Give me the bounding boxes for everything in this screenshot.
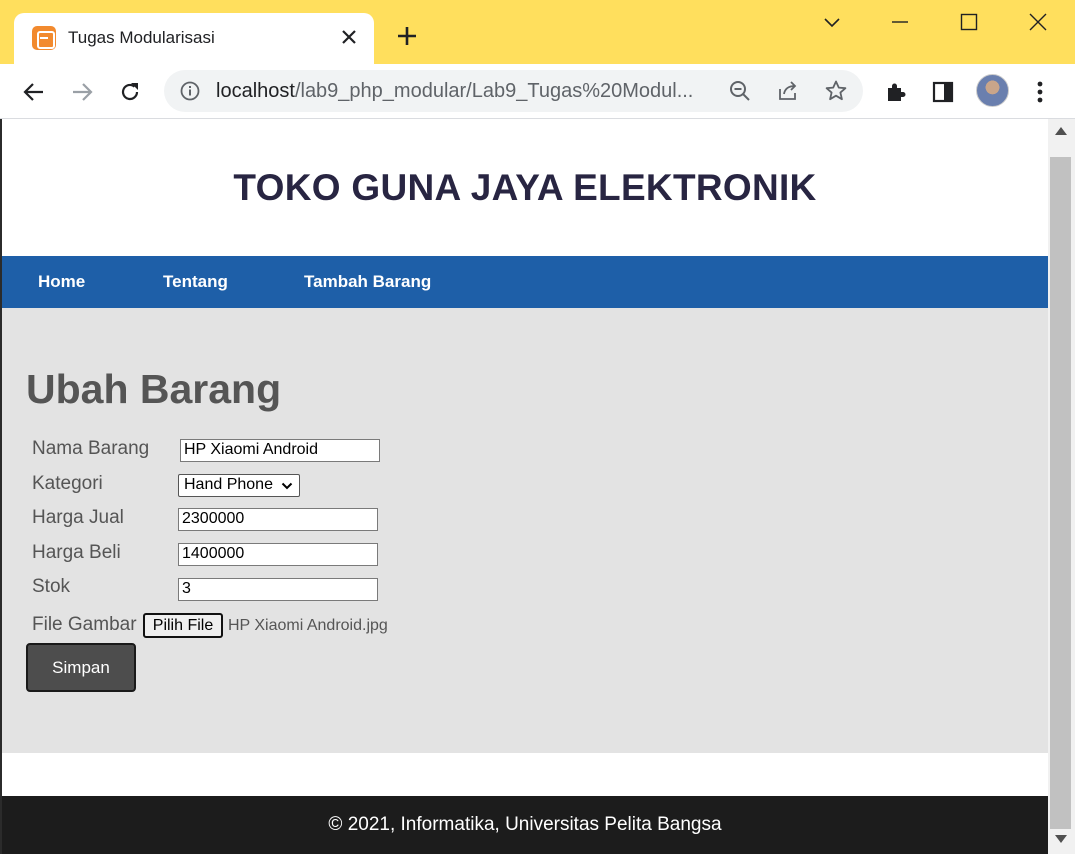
address-bar[interactable]: localhost/lab9_php_modular/Lab9_Tugas%20… (164, 70, 863, 112)
vertical-scrollbar[interactable] (1048, 119, 1075, 854)
browser-toolbar: localhost/lab9_php_modular/Lab9_Tugas%20… (0, 64, 1075, 119)
nav-bar: Home Tentang Tambah Barang (2, 256, 1048, 308)
kategori-label: Kategori (32, 473, 103, 494)
scroll-up-arrow-icon[interactable] (1055, 127, 1067, 135)
browser-tab[interactable]: Tugas Modularisasi (14, 13, 374, 64)
harga-beli-input[interactable]: 1400000 (178, 543, 378, 566)
profile-avatar[interactable] (976, 74, 1009, 107)
harga-beli-label: Harga Beli (32, 542, 121, 563)
page-viewport: TOKO GUNA JAYA ELEKTRONIK Home Tentang T… (0, 119, 1075, 854)
scroll-down-arrow-icon[interactable] (1055, 835, 1067, 843)
nama-barang-label: Nama Barang (32, 438, 150, 459)
stok-label: Stok (32, 576, 71, 597)
back-arrow-icon[interactable] (18, 76, 50, 108)
forward-arrow-icon[interactable] (66, 76, 98, 108)
nama-barang-input[interactable]: HP Xiaomi Android (180, 439, 380, 462)
close-window-icon[interactable] (1021, 6, 1055, 40)
tab-search-icon[interactable] (815, 6, 849, 40)
nav-item-tentang[interactable]: Tentang (163, 272, 228, 292)
file-gambar-label: File Gambar (32, 614, 137, 635)
choose-file-button[interactable]: Pilih File (143, 613, 223, 638)
kategori-select[interactable]: Hand Phone (178, 474, 300, 497)
page-title: Ubah Barang (26, 366, 282, 412)
stok-input[interactable]: 3 (178, 578, 378, 601)
zoom-icon[interactable] (728, 79, 752, 103)
url-host: localhost (216, 80, 295, 102)
reload-icon[interactable] (114, 76, 146, 108)
footer-text: © 2021, Informatika, Universitas Pelita … (328, 814, 722, 835)
harga-jual-input[interactable]: 2300000 (178, 508, 378, 531)
browser-window: Tugas Modularisasi localhost/lab9_php_mo… (0, 0, 1075, 854)
new-tab-icon[interactable] (392, 22, 422, 52)
url-path: /lab9_php_modular/Lab9_Tugas%20Modul... (294, 80, 694, 102)
tab-strip: Tugas Modularisasi (0, 0, 1075, 64)
xampp-icon (32, 26, 56, 50)
share-icon[interactable] (776, 79, 800, 103)
selected-file-name: HP Xiaomi Android.jpg (228, 617, 388, 634)
scroll-thumb[interactable] (1050, 157, 1071, 829)
main-content: Ubah Barang Nama Barang HP Xiaomi Androi… (2, 308, 1048, 753)
nav-item-home[interactable]: Home (38, 272, 85, 292)
url-text: localhost/lab9_php_modular/Lab9_Tugas%20… (216, 80, 693, 103)
tab-title: Tugas Modularisasi (68, 28, 215, 47)
simpan-button[interactable]: Simpan (26, 643, 136, 692)
nav-item-tambah-barang[interactable]: Tambah Barang (304, 272, 431, 292)
chevron-down-icon (281, 479, 293, 497)
maximize-icon[interactable] (952, 6, 986, 40)
extensions-icon[interactable] (880, 76, 912, 108)
site-header: TOKO GUNA JAYA ELEKTRONIK (2, 119, 1048, 256)
site-title: TOKO GUNA JAYA ELEKTRONIK (233, 167, 817, 208)
harga-jual-label: Harga Jual (32, 507, 124, 528)
menu-kebab-icon[interactable] (1024, 76, 1056, 108)
site-footer: © 2021, Informatika, Universitas Pelita … (2, 796, 1048, 854)
kategori-selected-value: Hand Phone (184, 476, 273, 493)
minimize-icon[interactable] (883, 6, 917, 40)
bookmark-star-icon[interactable] (824, 79, 848, 103)
side-panel-icon[interactable] (927, 76, 959, 108)
site-info-icon[interactable] (180, 81, 200, 106)
tab-close-icon[interactable] (336, 24, 362, 50)
